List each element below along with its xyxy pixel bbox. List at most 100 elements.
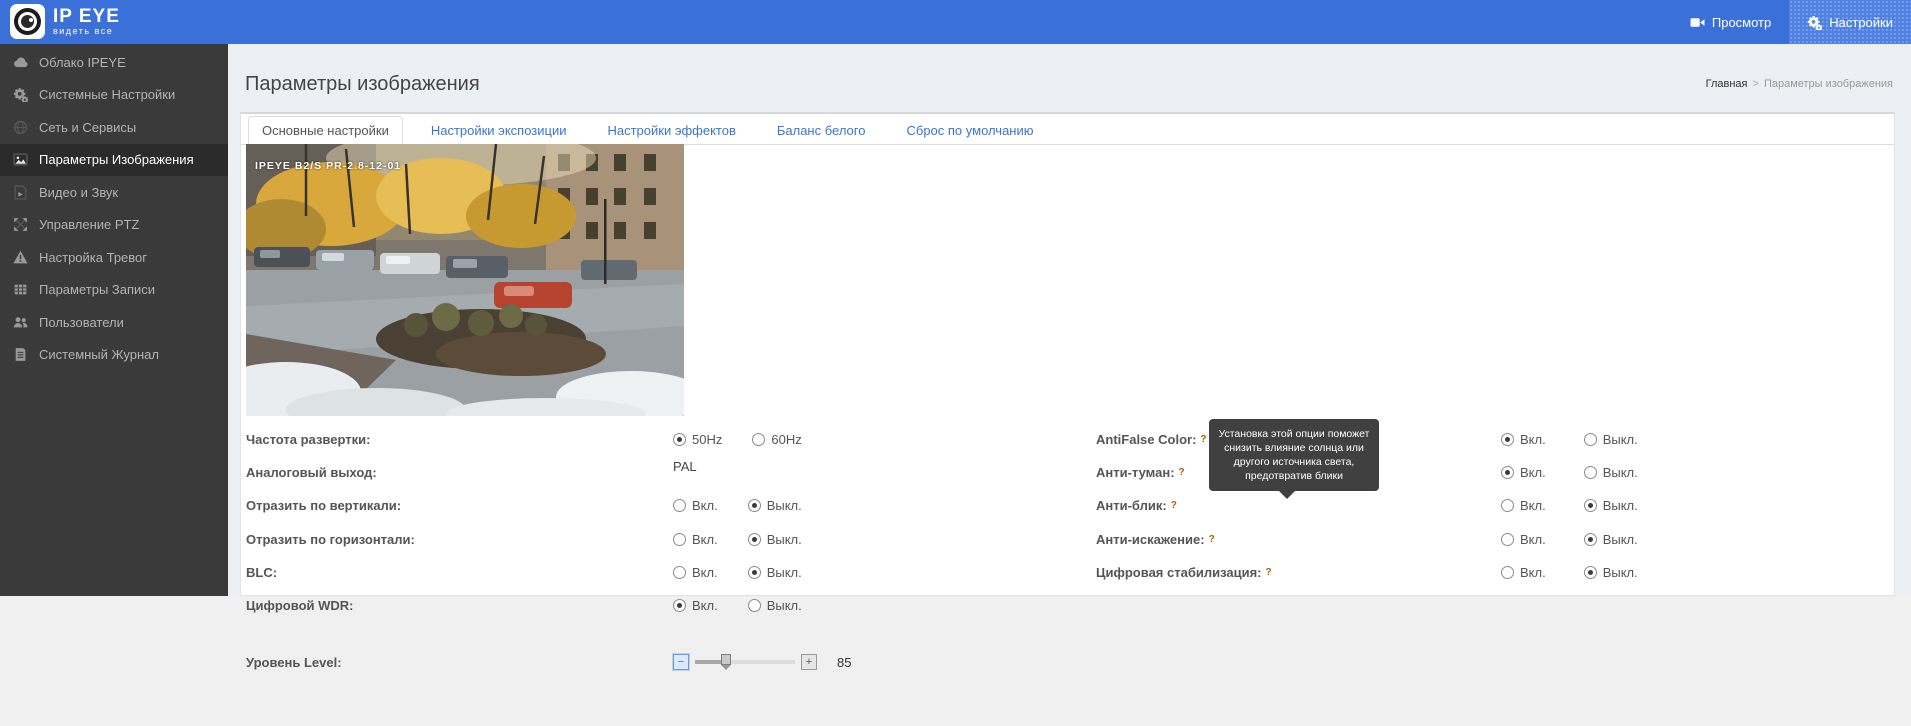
radio-unselected[interactable] <box>1584 433 1597 446</box>
breadcrumb-separator: > <box>1753 78 1759 90</box>
sidebar-item[interactable]: Системный Журнал <box>0 339 228 372</box>
radio-option-label[interactable]: Выкл. <box>1603 465 1638 480</box>
radio-selected[interactable] <box>1501 466 1514 479</box>
setting-label: Цифровая стабилизация: <box>1096 565 1262 580</box>
slider-handle[interactable] <box>721 654 731 665</box>
radio-option-label[interactable]: Выкл. <box>767 565 802 580</box>
help-question-icon[interactable]: ? <box>1200 434 1206 445</box>
tab[interactable]: Основные настройки <box>248 116 403 145</box>
radio-option-label[interactable]: 50Hz <box>692 432 722 447</box>
sidebar-item[interactable]: Параметры Изображения <box>0 144 228 177</box>
slider-minus-button[interactable]: − <box>673 654 689 670</box>
radio-option-label[interactable]: Вкл. <box>1520 532 1546 547</box>
setting-label: Отразить по горизонтали: <box>246 532 415 547</box>
radio-option-label[interactable]: 60Hz <box>771 432 801 447</box>
sidebar-item[interactable]: Пользователи <box>0 306 228 339</box>
setting-row: Цифровая стабилизация:? Вкл. Выкл. <box>1096 556 1656 589</box>
radio-unselected[interactable] <box>673 533 686 546</box>
radio-option-label[interactable]: Вкл. <box>692 532 718 547</box>
radio-unselected[interactable] <box>673 499 686 512</box>
radio-option-label[interactable]: Выкл. <box>1603 498 1638 513</box>
gears-icon <box>13 87 28 102</box>
setting-label: Анти-искажение: <box>1096 532 1205 547</box>
setting-control: Вкл. Выкл. <box>1501 423 1676 456</box>
radio-unselected[interactable] <box>1584 466 1597 479</box>
radio-selected[interactable] <box>673 599 686 612</box>
level-label: Уровень Level: <box>246 655 673 670</box>
sidebar-item[interactable]: Настройка Тревог <box>0 241 228 274</box>
help-question-icon[interactable]: ? <box>1171 500 1177 511</box>
setting-label: Отразить по вертикали: <box>246 498 401 513</box>
radio-selected[interactable] <box>673 433 686 446</box>
setting-label: Анти-туман: <box>1096 465 1175 480</box>
setting-row: Аналоговый выход:PAL <box>246 456 886 489</box>
sidebar-item[interactable]: Видео и Звук <box>0 176 228 209</box>
record-icon <box>13 282 28 297</box>
sidebar-item-label: Облако IPEYE <box>39 55 126 70</box>
radio-unselected[interactable] <box>1501 533 1514 546</box>
radio-option-label[interactable]: Вкл. <box>692 498 718 513</box>
sidebar-item[interactable]: Системные Настройки <box>0 79 228 112</box>
topnav-item-view[interactable]: Просмотр <box>1672 0 1789 44</box>
tab-bar: Основные настройки Настройки экспозиции На… <box>241 114 1894 145</box>
journal-icon <box>13 347 28 362</box>
radio-option-label[interactable]: Выкл. <box>767 532 802 547</box>
sidebar-item[interactable]: Управление PTZ <box>0 209 228 242</box>
app-logo[interactable]: IP EYE видеть все <box>10 4 120 39</box>
radio-option-label[interactable]: Вкл. <box>1520 432 1546 447</box>
slider-track[interactable] <box>695 660 795 664</box>
sidebar-item[interactable]: Облако IPEYE <box>0 46 228 79</box>
radio-selected[interactable] <box>1584 499 1597 512</box>
tab[interactable]: Настройки экспозиции <box>418 117 580 144</box>
radio-unselected[interactable] <box>673 566 686 579</box>
radio-option-label[interactable]: Выкл. <box>767 598 802 613</box>
setting-row: BLC:Вкл.Выкл. <box>246 556 886 589</box>
radio-option-label[interactable]: Вкл. <box>692 598 718 613</box>
radio-option-label[interactable]: Выкл. <box>1603 432 1638 447</box>
setting-label: Цифровой WDR: <box>246 598 354 613</box>
radio-selected[interactable] <box>748 533 761 546</box>
radio-option-label[interactable]: Вкл. <box>692 565 718 580</box>
topnav-item-settings[interactable]: Настройки <box>1789 0 1911 44</box>
logo-title: IP EYE <box>53 7 120 26</box>
level-slider-row: Уровень Level: − + 85 <box>246 650 851 674</box>
radio-selected[interactable] <box>1584 566 1597 579</box>
radio-option-label[interactable]: Вкл. <box>1520 565 1546 580</box>
tooltip-text-line: предотвратив блики <box>1215 469 1373 483</box>
sidebar-item-label: Системные Настройки <box>39 87 175 102</box>
radio-selected[interactable] <box>1584 533 1597 546</box>
tooltip-text-line: Установка этой опции поможет <box>1215 427 1373 441</box>
main-content: Параметры изображения Главная>Параметры … <box>228 44 1911 596</box>
breadcrumb-home-link[interactable]: Главная <box>1706 78 1748 90</box>
tab[interactable]: Баланс белого <box>764 117 879 144</box>
setting-label: AntiFalse Color: <box>1096 432 1196 447</box>
radio-selected[interactable] <box>748 566 761 579</box>
settings-card: Основные настройки Настройки экспозиции На… <box>240 112 1895 596</box>
radio-option-label[interactable]: Вкл. <box>1520 465 1546 480</box>
topnav-item-label: Настройки <box>1829 15 1893 30</box>
help-question-icon[interactable]: ? <box>1209 534 1215 545</box>
help-question-icon[interactable]: ? <box>1266 567 1272 578</box>
sidebar-item[interactable]: Параметры Записи <box>0 274 228 307</box>
tooltip-arrow <box>1279 491 1295 499</box>
sidebar-item-label: Пользователи <box>39 315 124 330</box>
sidebar-item-label: Параметры Записи <box>39 282 155 297</box>
radio-unselected[interactable] <box>1501 566 1514 579</box>
radio-unselected[interactable] <box>1501 499 1514 512</box>
sidebar-item-label: Сеть и Сервисы <box>39 120 136 135</box>
radio-selected[interactable] <box>1501 433 1514 446</box>
help-question-icon[interactable]: ? <box>1179 467 1185 478</box>
tab[interactable]: Настройки эффектов <box>594 117 748 144</box>
radio-option-label[interactable]: Выкл. <box>1603 532 1638 547</box>
tab[interactable]: Сброс по умолчанию <box>893 117 1046 144</box>
radio-option-label[interactable]: Вкл. <box>1520 498 1546 513</box>
radio-unselected[interactable] <box>748 599 761 612</box>
setting-row: Цифровой WDR: Вкл. Выкл. <box>246 589 886 622</box>
slider-plus-button[interactable]: + <box>801 654 817 670</box>
globe-icon <box>13 120 28 135</box>
radio-selected[interactable] <box>748 499 761 512</box>
radio-option-label[interactable]: Выкл. <box>767 498 802 513</box>
radio-unselected[interactable] <box>752 433 765 446</box>
sidebar-item[interactable]: Сеть и Сервисы <box>0 111 228 144</box>
radio-option-label[interactable]: Выкл. <box>1603 565 1638 580</box>
